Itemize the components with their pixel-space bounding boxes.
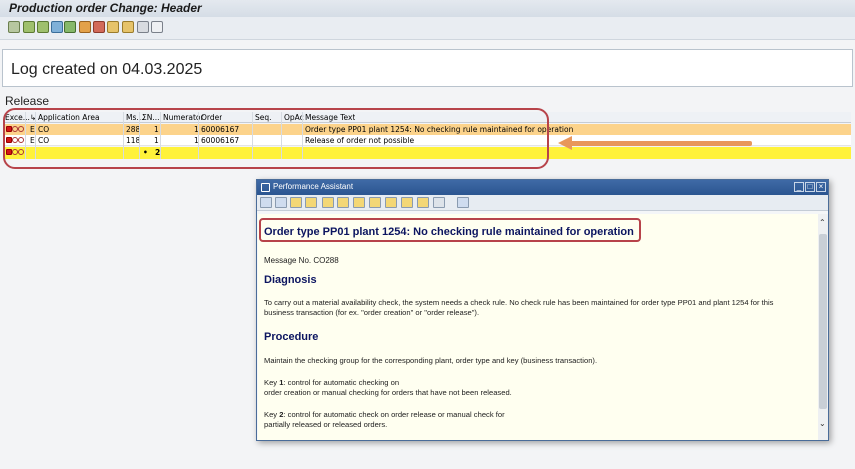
scroll-down-icon[interactable]: ⌄ (819, 419, 826, 428)
grid-highlight-annotation (3, 108, 549, 169)
log-title: Log created on 04.03.2025 (11, 61, 203, 78)
print-icon[interactable] (137, 21, 149, 33)
layout-icon[interactable] (93, 21, 105, 33)
diagnosis-text-2: business transaction (for ex. "order cre… (264, 308, 480, 317)
display-icon[interactable] (322, 197, 334, 208)
log-header: Log created on 04.03.2025 (2, 49, 853, 87)
performance-assistant-window: Performance Assistant _ □ × Order type P… (256, 179, 829, 441)
sum-icon[interactable] (64, 21, 76, 33)
close-icon[interactable]: × (816, 182, 826, 192)
sort-ascending-icon[interactable] (23, 21, 35, 33)
key-2-line-2: partially released or released orders. (264, 420, 388, 429)
key-2-line: Key 2: control for automatic check on or… (264, 410, 505, 420)
minimize-icon[interactable]: _ (794, 182, 804, 192)
edit-icon[interactable] (337, 197, 349, 208)
key-2-prefix: Key (264, 410, 280, 419)
assistant-content: Order type PP01 plant 1254: No checking … (258, 214, 818, 440)
message-number: Message No. CO288 (264, 256, 339, 265)
scroll-up-icon[interactable]: ⌃ (819, 218, 826, 227)
window-title: Production order Change: Header (9, 1, 202, 15)
assistant-scrollbar[interactable]: ⌃ ⌄ (818, 214, 828, 440)
bookmark-icon[interactable] (369, 197, 381, 208)
section-title: Release (5, 94, 50, 108)
close-icon[interactable] (457, 197, 469, 208)
search-icon[interactable] (353, 197, 365, 208)
key-1-prefix: Key (264, 378, 280, 387)
change-layout-icon[interactable] (107, 21, 119, 33)
key-1-line-2: order creation or manual checking for or… (264, 388, 512, 397)
layout-icon[interactable] (385, 197, 397, 208)
subtotal-icon[interactable] (79, 21, 91, 33)
print-icon[interactable] (433, 197, 445, 208)
key-1-text: : control for automatic checking on (283, 378, 400, 387)
arrow-annotation (570, 141, 752, 146)
procedure-text: Maintain the checking group for the corr… (264, 356, 598, 365)
filter-icon[interactable] (51, 21, 63, 33)
diagnosis-heading: Diagnosis (264, 274, 317, 286)
window-icon (261, 183, 270, 192)
info-icon[interactable] (417, 197, 429, 208)
technical-info-icon[interactable] (290, 197, 302, 208)
navigate-icon[interactable] (305, 197, 317, 208)
assistant-title: Performance Assistant (273, 182, 354, 191)
sort-descending-icon[interactable] (37, 21, 49, 33)
message-heading: Order type PP01 plant 1254: No checking … (264, 226, 634, 238)
assistant-title-bar[interactable]: Performance Assistant _ □ × (257, 180, 828, 195)
details-icon[interactable] (8, 21, 20, 33)
key-1-line: Key 1: control for automatic checking on (264, 378, 399, 388)
forward-icon[interactable] (275, 197, 287, 208)
scrollbar-thumb[interactable] (819, 234, 827, 409)
procedure-heading: Procedure (264, 331, 319, 343)
maximize-icon[interactable]: □ (805, 182, 815, 192)
key-2-text: : control for automatic check on order r… (283, 410, 505, 419)
flag-icon[interactable] (401, 197, 413, 208)
export-icon[interactable] (122, 21, 134, 33)
alv-toolbar (0, 17, 855, 40)
diagnosis-text-1: To carry out a material availability che… (264, 298, 774, 307)
window-title-bar: Production order Change: Header (0, 0, 855, 17)
help-icon[interactable] (151, 21, 163, 33)
assistant-toolbar (257, 195, 828, 211)
back-icon[interactable] (260, 197, 272, 208)
